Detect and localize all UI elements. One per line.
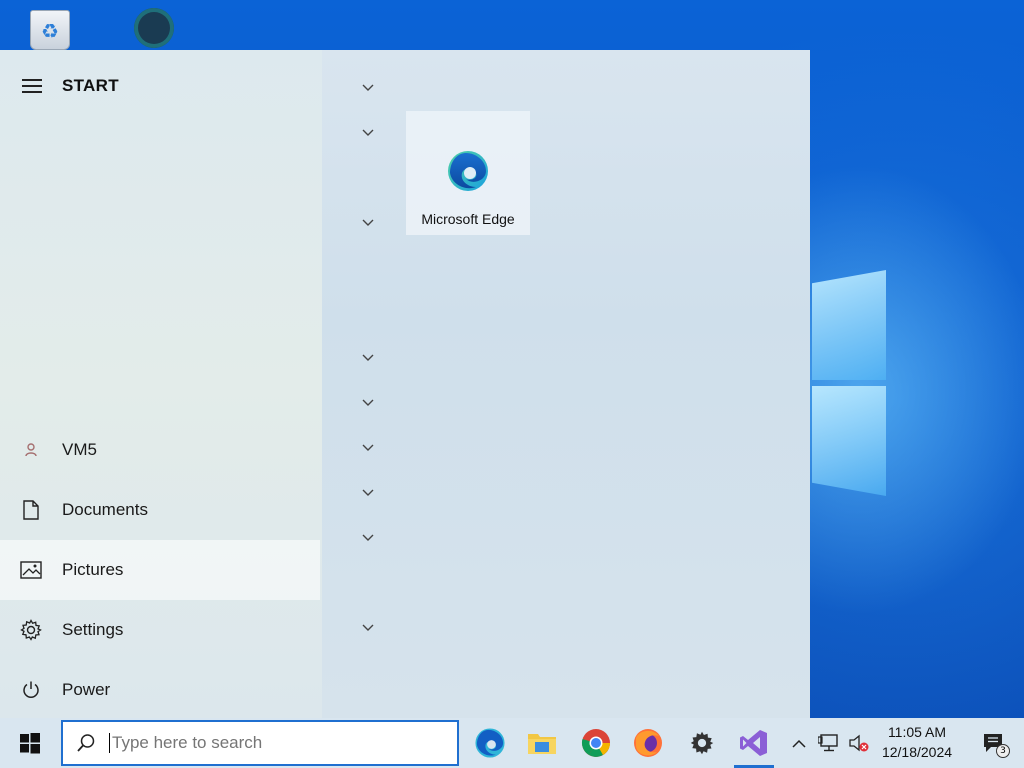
windows-start-icon bbox=[20, 733, 40, 754]
notification-count-badge: 3 bbox=[996, 744, 1010, 758]
nav-item-pictures[interactable]: Pictures bbox=[0, 540, 320, 600]
taskbar-app-chrome[interactable] bbox=[572, 718, 620, 768]
nav-item-user[interactable]: VM5 bbox=[0, 420, 320, 480]
clock-date: 12/18/2024 bbox=[881, 744, 953, 760]
visual-studio-icon bbox=[740, 730, 767, 756]
search-input[interactable] bbox=[109, 733, 439, 753]
document-icon bbox=[0, 500, 62, 520]
tile-label: Microsoft Edge bbox=[421, 211, 515, 227]
group-collapse-chevron-icon[interactable] bbox=[358, 483, 378, 503]
taskbar-app-file-explorer[interactable] bbox=[518, 718, 566, 768]
tray-overflow-chevron-icon[interactable] bbox=[786, 718, 812, 768]
group-collapse-chevron-icon[interactable] bbox=[358, 123, 378, 143]
taskbar-search-box[interactable] bbox=[61, 720, 459, 766]
start-title: START bbox=[62, 76, 119, 95]
taskbar-app-visual-studio[interactable] bbox=[730, 718, 778, 768]
taskbar-app-settings[interactable] bbox=[678, 718, 726, 768]
start-button[interactable] bbox=[0, 718, 60, 768]
taskbar-app-firefox[interactable] bbox=[624, 718, 672, 768]
start-menu: START VM5 Documents Pictures Settings Po… bbox=[0, 50, 810, 718]
clock-time: 11:05 AM bbox=[887, 724, 947, 740]
group-collapse-chevron-icon[interactable] bbox=[358, 348, 378, 368]
volume-muted-icon[interactable] bbox=[846, 718, 872, 768]
start-menu-tiles-pane bbox=[322, 50, 810, 718]
nav-item-label: Documents bbox=[62, 500, 148, 519]
network-icon[interactable] bbox=[814, 718, 844, 768]
nav-item-label: Pictures bbox=[62, 560, 124, 579]
gear-icon bbox=[690, 731, 714, 755]
group-collapse-chevron-icon[interactable] bbox=[358, 78, 378, 98]
pictures-icon bbox=[0, 561, 62, 579]
gear-icon bbox=[0, 619, 62, 641]
edge-icon bbox=[446, 149, 490, 197]
nav-item-settings[interactable]: Settings bbox=[0, 600, 320, 660]
edge-icon bbox=[475, 728, 505, 758]
nav-item-label: Power bbox=[62, 680, 111, 699]
group-collapse-chevron-icon[interactable] bbox=[358, 213, 378, 233]
action-center-button[interactable]: 3 bbox=[968, 718, 1018, 768]
start-menu-left-pane: START VM5 Documents Pictures Settings Po… bbox=[0, 50, 322, 718]
folder-icon bbox=[528, 734, 556, 754]
nav-item-power[interactable]: Power bbox=[0, 660, 320, 720]
group-collapse-chevron-icon[interactable] bbox=[358, 393, 378, 413]
search-icon bbox=[63, 733, 109, 753]
windows-wallpaper-logo bbox=[812, 270, 886, 498]
vm-app-icon[interactable] bbox=[128, 6, 176, 50]
nav-item-label: Settings bbox=[62, 620, 124, 639]
tile-microsoft-edge[interactable]: Microsoft Edge bbox=[406, 111, 530, 235]
group-collapse-chevron-icon[interactable] bbox=[358, 528, 378, 548]
chrome-icon bbox=[581, 729, 610, 757]
taskbar-app-edge[interactable] bbox=[466, 718, 514, 768]
firefox-icon bbox=[634, 729, 662, 757]
power-icon bbox=[0, 680, 62, 700]
hamburger-menu-icon[interactable] bbox=[0, 64, 64, 108]
nav-item-label: VM5 bbox=[62, 440, 97, 459]
group-collapse-chevron-icon[interactable] bbox=[358, 438, 378, 458]
nav-item-documents[interactable]: Documents bbox=[0, 480, 320, 540]
taskbar: 11:05 AM 12/18/2024 3 bbox=[0, 718, 1024, 768]
taskbar-clock[interactable]: 11:05 AM 12/18/2024 bbox=[872, 722, 962, 762]
group-collapse-chevron-icon[interactable] bbox=[358, 618, 378, 638]
user-icon bbox=[0, 442, 62, 458]
recycle-bin-icon[interactable] bbox=[26, 6, 74, 50]
